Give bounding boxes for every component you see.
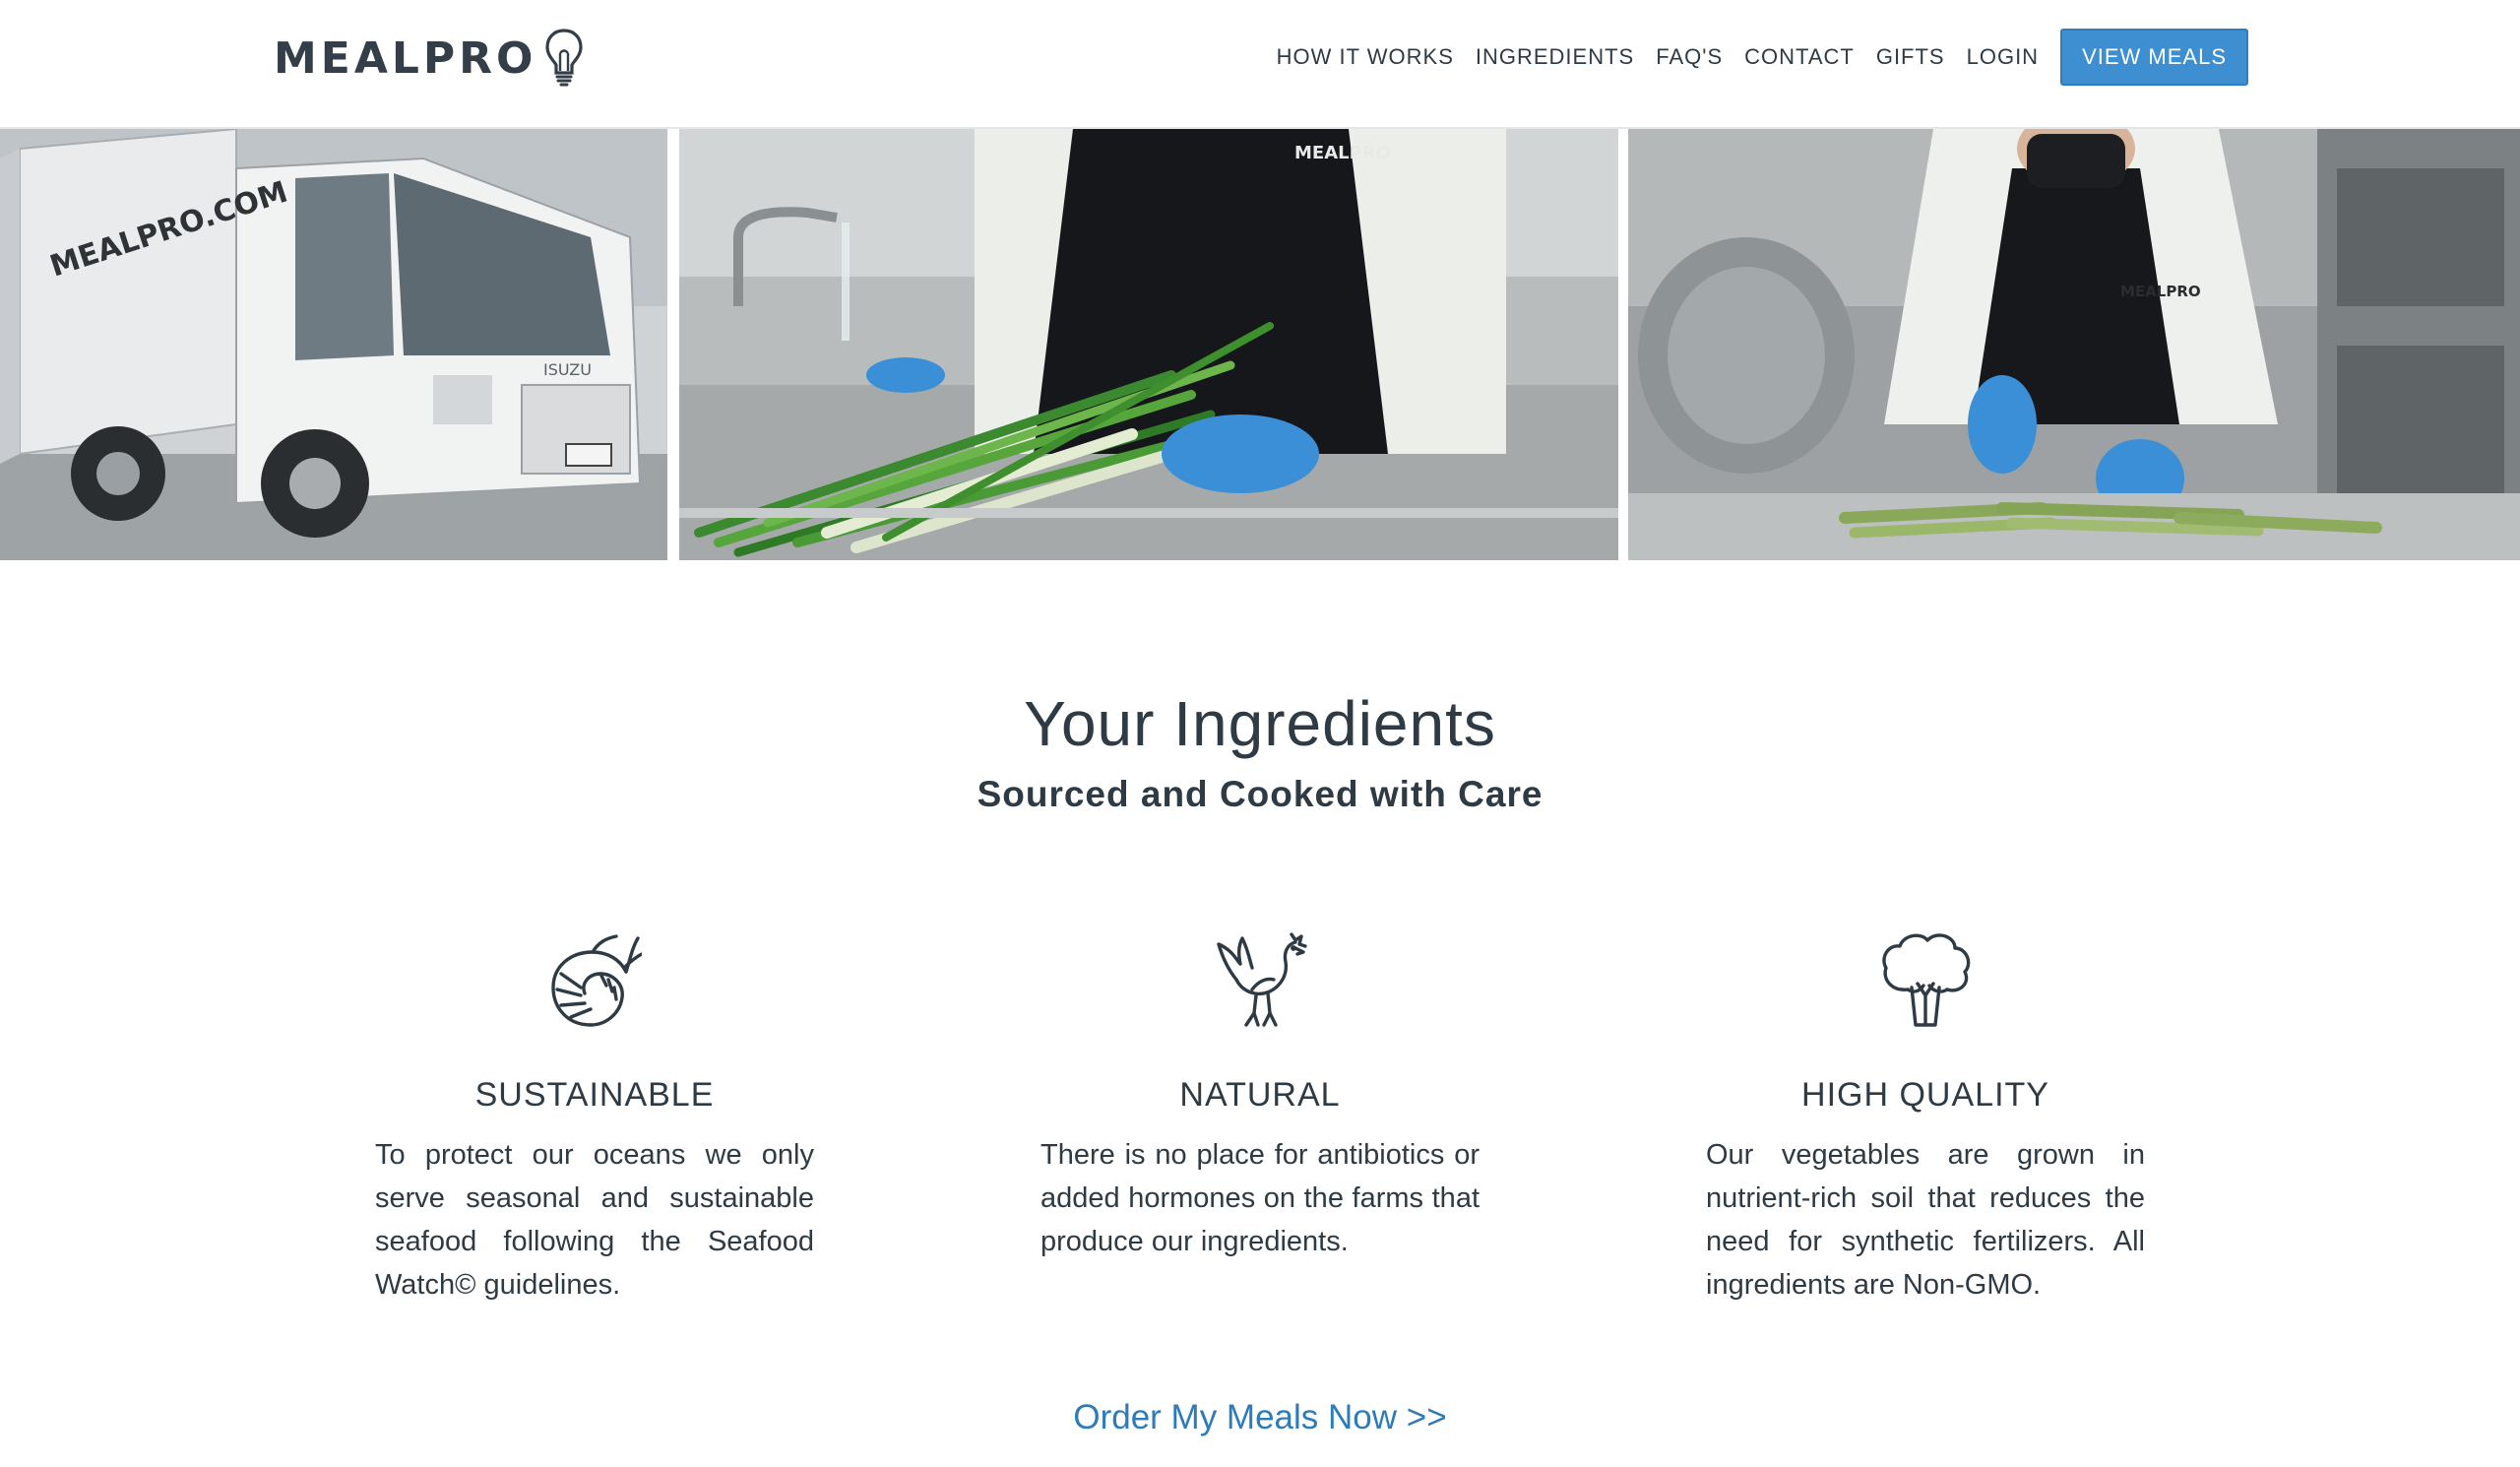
feature-title-sustainable: SUSTAINABLE [474,1076,715,1114]
hero-photo-strip: MEALPRO.COM ISUZU MEALPRO MEALPRO [0,129,2520,560]
apron-text: MEALPRO [1294,143,1391,163]
order-meals-link[interactable]: Order My Meals Now >> [0,1398,2520,1437]
delivery-truck-photo: MEALPRO.COM ISUZU [0,129,667,560]
feature-text-natural: There is no place for antibiotics or add… [1040,1139,1480,1257]
feature-title-high-quality: HIGH QUALITY [1801,1076,2049,1114]
chef-washing-green-onions-photo: MEALPRO [679,129,1618,560]
nav-how-it-works[interactable]: HOW IT WORKS [1277,44,1454,70]
view-meals-button[interactable]: VIEW MEALS [2060,29,2248,86]
site-header: MEALPRO HOW IT WORKS INGREDIENTS FAQ'S C… [0,0,2520,129]
logo-text: MEALPRO [274,32,537,84]
broccoli-icon [1882,933,1971,1027]
nav-ingredients[interactable]: INGREDIENTS [1476,44,1634,70]
feature-sustainable: SUSTAINABLE To protect our oceans we onl… [375,930,814,1301]
truck-badge: ISUZU [543,360,592,379]
nav-contact[interactable]: CONTACT [1744,44,1855,70]
main-nav: HOW IT WORKS INGREDIENTS FAQ'S CONTACT G… [1277,28,2520,87]
section-title: Your Ingredients [1024,688,1496,759]
lightbulb-icon [545,29,584,87]
nav-login[interactable]: LOGIN [1967,44,2039,70]
shrimp-icon [551,934,642,1027]
feature-text-high-quality: Our vegetables are grown in nutrient-ric… [1706,1139,2145,1301]
rooster-icon [1217,932,1307,1027]
feature-natural: NATURAL There is no place for antibiotic… [1040,930,1480,1257]
apron-text-2: MEALPRO [2120,283,2201,300]
chef-cutting-asparagus-photo: MEALPRO [1628,129,2520,560]
section-subtitle: Sourced and Cooked with Care [976,774,1544,814]
nav-faqs[interactable]: FAQ'S [1656,44,1723,70]
nav-gifts[interactable]: GIFTS [1876,44,1945,70]
feature-high-quality: HIGH QUALITY Our vegetables are grown in… [1706,930,2145,1301]
mealpro-logo[interactable]: MEALPRO [274,26,584,91]
feature-title-natural: NATURAL [1179,1076,1341,1114]
feature-text-sustainable: To protect our oceans we only serve seas… [375,1139,814,1301]
